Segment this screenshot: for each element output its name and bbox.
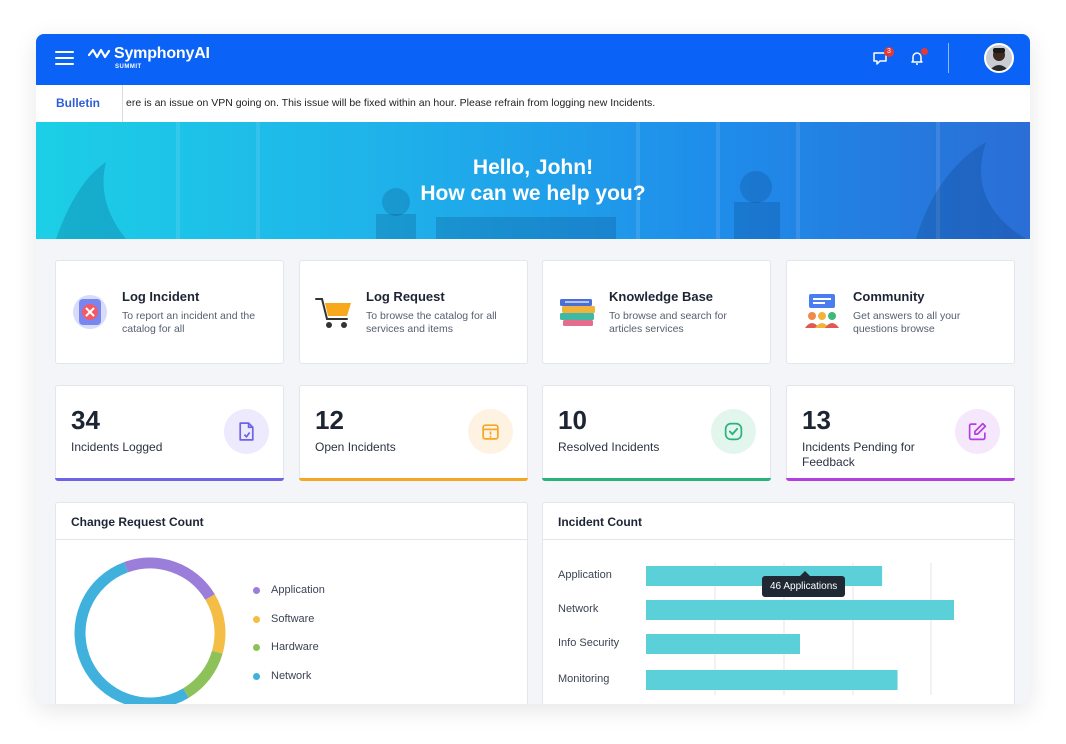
stat-accent-bar [542,478,771,481]
card-title: Log Incident [122,289,200,304]
app-window: SymphonyAI SUMMIT 3 Bulletin ere is an i… [36,34,1030,704]
bulletin-divider [122,85,123,122]
bar-label: Info Security [558,637,620,649]
donut-chart [74,557,226,704]
stat-accent-bar [55,478,284,481]
card-title: Community [853,289,925,304]
bar-info-security[interactable] [646,634,800,654]
chart-header: Change Request Count [56,503,527,540]
header-divider [948,43,949,73]
incident-icon [73,295,107,329]
office-background-image [56,122,1026,239]
stat-label: Resolved Incidents [558,440,660,454]
legend-dot [253,587,260,594]
brand-subtitle: SUMMIT [115,64,142,70]
legend-label: Hardware [271,641,319,653]
legend-hardware[interactable]: Hardware [253,641,319,653]
card-description: To browse and search for articles servic… [609,310,727,335]
hero-greeting: Hello, John! [472,156,594,179]
top-bar: SymphonyAI SUMMIT 3 [36,34,1030,85]
symphony-logo-icon [88,48,111,59]
hero-banner: Hello, John! How can we help you? [36,122,1030,239]
stat-value: 12 [315,405,344,435]
community-icon [805,294,839,328]
card-title: Knowledge Base [609,289,714,304]
legend-dot [253,644,260,651]
chart-title: Change Request Count [71,515,204,529]
stat-pending-feedback[interactable]: 13 Incidents Pending for Feedback [786,385,1015,481]
community-card[interactable]: Community Get answers to all your questi… [786,260,1015,364]
stat-open-incidents[interactable]: 12 Open Incidents [299,385,528,481]
menu-icon[interactable] [55,51,74,65]
chat-icon[interactable]: 3 [872,47,894,68]
legend-label: Software [271,613,315,625]
stat-value: 13 [802,405,831,435]
bar-label: Application [558,569,612,581]
hero-subtitle: How can we help you? [420,182,646,205]
bell-icon[interactable] [909,48,928,68]
cart-icon [315,298,351,328]
bar-network[interactable] [646,600,954,620]
document-icon[interactable] [224,409,269,454]
bulletin-label: Bulletin [56,96,100,110]
knowledge-base-card[interactable]: Knowledge Base To browse and search for … [542,260,771,364]
card-title: Log Request [366,289,445,304]
legend-label: Network [271,670,312,682]
bulletin-text: ere is an issue on VPN going on. This is… [126,97,656,109]
bulletin-bar: Bulletin ere is an issue on VPN going on… [36,85,1030,122]
legend-software[interactable]: Software [253,613,315,625]
notification-dot [921,48,928,55]
edit-icon[interactable] [955,409,1000,454]
stat-accent-bar [299,478,528,481]
bar-label: Monitoring [558,673,610,685]
donut-slice-software[interactable] [205,594,226,654]
legend-application[interactable]: Application [253,584,325,596]
card-description: To browse the catalog for all services a… [366,310,497,335]
chart-header: Incident Count [543,503,1014,540]
chart-tooltip: 46 Applications [762,571,846,597]
stat-value: 10 [558,405,587,435]
chart-title: Incident Count [558,515,642,529]
incident-count-chart-card: Incident Count Application Network Info … [542,502,1015,704]
bar-chart [646,563,954,695]
stat-label: Incidents Logged [71,440,163,454]
legend-label: Application [271,584,325,596]
stat-value: 34 [71,405,100,435]
brand-name: SymphonyAI [114,45,210,62]
stat-label: Incidents Pending for Feedback [802,440,915,469]
chat-badge: 3 [884,47,894,57]
stat-accent-bar [786,478,1015,481]
legend-dot [253,673,260,680]
avatar[interactable] [984,43,1014,73]
books-icon [560,299,595,326]
open-box-icon[interactable] [468,409,513,454]
bar-monitoring[interactable] [646,670,898,690]
check-icon[interactable] [711,409,756,454]
log-request-card[interactable]: Log Request To browse the catalog for al… [299,260,528,364]
card-description: To report an incident and the catalog fo… [122,310,256,335]
change-request-chart-card: Change Request Count Application Softwar… [55,502,528,704]
stat-incidents-logged[interactable]: 34 Incidents Logged [55,385,284,481]
donut-slice-hardware[interactable] [182,650,223,698]
card-description: Get answers to all your questions browse [853,310,961,335]
donut-slice-application[interactable] [124,557,215,601]
bar-label: Network [558,603,599,615]
log-incident-card[interactable]: Log Incident To report an incident and t… [55,260,284,364]
legend-network[interactable]: Network [253,670,312,682]
legend-dot [253,616,260,623]
stat-resolved-incidents[interactable]: 10 Resolved Incidents [542,385,771,481]
stat-label: Open Incidents [315,440,396,454]
donut-slice-network[interactable] [74,562,189,704]
